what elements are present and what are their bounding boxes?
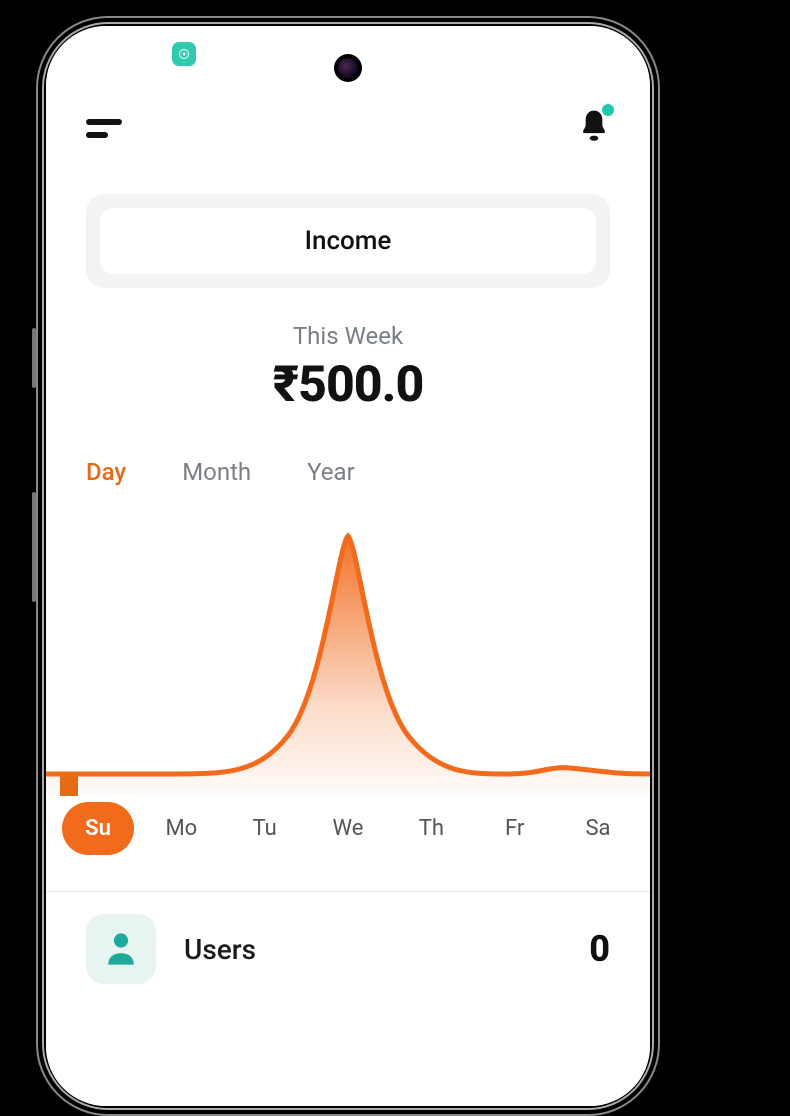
chart-area-fill	[46, 536, 650, 796]
mode-tab-label: Income	[305, 226, 392, 256]
mode-tab-income[interactable]: Income	[100, 208, 596, 274]
mode-selector: Income	[86, 194, 610, 288]
range-tab-year[interactable]: Year	[307, 458, 355, 486]
stat-label: Users	[184, 933, 256, 966]
day-label-mo[interactable]: Mo	[145, 816, 217, 841]
income-chart	[46, 516, 650, 796]
notifications-button[interactable]	[578, 108, 610, 148]
day-label-tu[interactable]: Tu	[229, 816, 301, 841]
user-icon	[86, 914, 156, 984]
stat-value: 0	[589, 928, 610, 970]
range-tab-month[interactable]: Month	[182, 458, 251, 486]
summary-block: This Week ₹500.0	[46, 322, 650, 414]
day-label-we[interactable]: We	[312, 816, 384, 841]
app-screen: Income This Week ₹500.0 Day Month Year	[46, 26, 650, 1106]
phone-frame: Income This Week ₹500.0 Day Month Year	[36, 16, 660, 1116]
side-button	[32, 328, 36, 388]
notification-dot-icon	[602, 104, 614, 116]
camera-hole	[334, 54, 362, 82]
hamburger-icon	[86, 119, 122, 125]
day-label-th[interactable]: Th	[395, 816, 467, 841]
status-indicator-icon	[172, 42, 196, 66]
menu-button[interactable]	[86, 119, 122, 138]
app-header	[46, 98, 650, 158]
summary-period: This Week	[46, 322, 650, 350]
stats-list: Users 0	[46, 891, 650, 1006]
range-tab-day[interactable]: Day	[86, 458, 126, 486]
day-label-sa[interactable]: Sa	[562, 816, 634, 841]
hamburger-icon	[86, 132, 108, 138]
range-tabs: Day Month Year	[46, 458, 650, 486]
stat-row-users[interactable]: Users 0	[46, 892, 650, 1006]
summary-amount: ₹500.0	[46, 356, 650, 414]
day-label-su[interactable]: Su	[62, 802, 134, 855]
side-button	[32, 492, 36, 602]
chart-x-axis: Su Mo Tu We Th Fr Sa	[46, 802, 650, 855]
day-label-fr[interactable]: Fr	[479, 816, 551, 841]
chart-selection-marker	[60, 774, 78, 796]
